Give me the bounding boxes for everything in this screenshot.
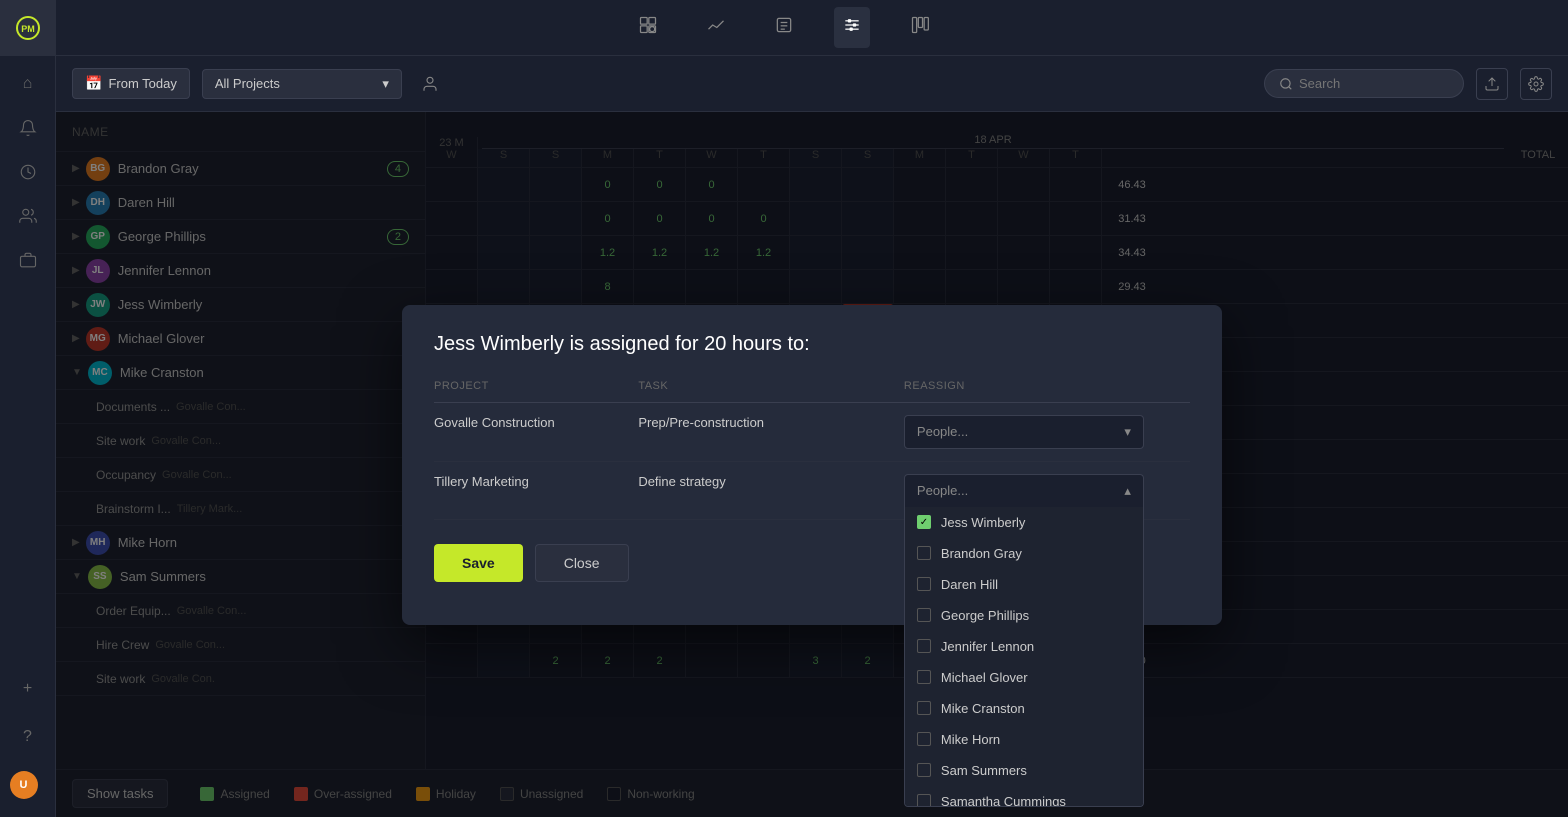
modal-table: PROJECT TASK REASSIGN Govalle Constructi… <box>434 380 1190 520</box>
checkbox-brandon-gray[interactable] <box>917 546 931 560</box>
dropdown-item-brandon-gray[interactable]: Brandon Gray <box>905 538 1143 569</box>
dropdown-item-michael-glover[interactable]: Michael Glover <box>905 662 1143 693</box>
nav-resource-icon[interactable] <box>834 7 870 48</box>
toolbar-right <box>1264 68 1552 100</box>
top-nav: PM <box>0 0 1568 56</box>
modal-row-2: Tillery Marketing Define strategy People… <box>434 461 1190 519</box>
dropdown-list-people: ✓ Jess Wimberly Brandon Gray <box>904 507 1144 807</box>
checkbox-jennifer-lennon[interactable] <box>917 639 931 653</box>
dropdown-label-george-phillips: George Phillips <box>941 608 1029 623</box>
reassign-placeholder-2: People... <box>917 483 968 498</box>
modal-overlay[interactable]: Jess Wimberly is assigned for 20 hours t… <box>56 112 1568 817</box>
dropdown-label-jennifer-lennon: Jennifer Lennon <box>941 639 1034 654</box>
modal-title: Jess Wimberly is assigned for 20 hours t… <box>434 333 1190 356</box>
checkbox-daren-hill[interactable] <box>917 577 931 591</box>
dropdown-label-brandon-gray: Brandon Gray <box>941 546 1022 561</box>
reassign-arrow-1: ▾ <box>1124 424 1131 440</box>
dropdown-label-sam-summers: Sam Summers <box>941 763 1027 778</box>
modal-reassign: Jess Wimberly is assigned for 20 hours t… <box>402 305 1222 625</box>
dropdown-item-jennifer-lennon[interactable]: Jennifer Lennon <box>905 631 1143 662</box>
dropdown-item-george-phillips[interactable]: George Phillips <box>905 600 1143 631</box>
export-button[interactable] <box>1476 68 1508 100</box>
dropdown-item-mike-cranston[interactable]: Mike Cranston <box>905 693 1143 724</box>
sidebar-avatar[interactable]: U <box>8 765 48 805</box>
checkbox-michael-glover[interactable] <box>917 670 931 684</box>
nav-list-icon[interactable] <box>766 7 802 48</box>
dropdown-item-samantha-cummings[interactable]: Samantha Cummings <box>905 786 1143 807</box>
modal-project-2: Tillery Marketing <box>434 461 638 519</box>
sidebar-briefcase-icon[interactable] <box>8 240 48 280</box>
search-box[interactable] <box>1264 69 1464 98</box>
from-today-button[interactable]: 📅 From Today <box>72 68 190 99</box>
from-today-label: From Today <box>108 76 176 91</box>
dropdown-item-daren-hill[interactable]: Daren Hill <box>905 569 1143 600</box>
reassign-dropdown-1: People... ▾ <box>904 415 1190 449</box>
app-logo[interactable]: PM <box>0 0 56 56</box>
modal-project-1: Govalle Construction <box>434 402 638 461</box>
dropdown-item-sam-summers[interactable]: Sam Summers <box>905 755 1143 786</box>
modal-row-1: Govalle Construction Prep/Pre-constructi… <box>434 402 1190 461</box>
reassign-placeholder-1: People... <box>917 424 968 439</box>
dropdown-label-michael-glover: Michael Glover <box>941 670 1028 685</box>
checkbox-jess-wimberly[interactable]: ✓ <box>917 515 931 529</box>
nav-board-icon[interactable] <box>902 7 938 48</box>
main-layout: ⌂ + ? <box>0 56 1568 817</box>
dropdown-item-jess-wimberly[interactable]: ✓ Jess Wimberly <box>905 507 1143 538</box>
modal-task-1: Prep/Pre-construction <box>638 402 904 461</box>
sidebar-help-icon[interactable]: ? <box>8 717 48 757</box>
close-button[interactable]: Close <box>535 544 629 582</box>
modal-col-reassign: REASSIGN <box>904 380 1190 403</box>
sidebar-people-icon[interactable] <box>8 196 48 236</box>
dropdown-label-samantha-cummings: Samantha Cummings <box>941 794 1066 807</box>
reassign-select-1[interactable]: People... ▾ <box>904 415 1144 449</box>
sidebar-time-icon[interactable] <box>8 152 48 192</box>
all-projects-label: All Projects <box>215 76 280 91</box>
sidebar-alerts-icon[interactable] <box>8 108 48 148</box>
nav-search-icon[interactable] <box>630 7 666 48</box>
reassign-dropdown-2: People... ▴ ✓ Jess Wimberly <box>904 474 1190 507</box>
modal-col-task: TASK <box>638 380 904 403</box>
modal-task-2: Define strategy <box>638 461 904 519</box>
dropdown-label-mike-cranston: Mike Cranston <box>941 701 1025 716</box>
checkbox-george-phillips[interactable] <box>917 608 931 622</box>
dropdown-item-mike-horn[interactable]: Mike Horn <box>905 724 1143 755</box>
nav-icons <box>630 7 938 48</box>
checkbox-samantha-cummings[interactable] <box>917 794 931 807</box>
dropdown-arrow-icon: ▾ <box>382 76 389 92</box>
search-input[interactable] <box>1299 76 1449 91</box>
dropdown-label-mike-horn: Mike Horn <box>941 732 1000 747</box>
dropdown-label-daren-hill: Daren Hill <box>941 577 998 592</box>
checkbox-mike-horn[interactable] <box>917 732 931 746</box>
toolbar: 📅 From Today All Projects ▾ <box>56 56 1568 112</box>
sidebar: ⌂ + ? <box>0 56 56 817</box>
reassign-select-2[interactable]: People... ▴ <box>904 474 1144 507</box>
checkbox-sam-summers[interactable] <box>917 763 931 777</box>
content-area: 📅 From Today All Projects ▾ <box>56 56 1568 817</box>
checkbox-mike-cranston[interactable] <box>917 701 931 715</box>
sidebar-home-icon[interactable]: ⌂ <box>8 64 48 104</box>
settings-button[interactable] <box>1520 68 1552 100</box>
dropdown-label-jess-wimberly: Jess Wimberly <box>941 515 1026 530</box>
sidebar-bottom: + ? U <box>8 669 48 805</box>
svg-text:PM: PM <box>21 24 35 34</box>
save-button[interactable]: Save <box>434 544 523 582</box>
modal-reassign-2: People... ▴ ✓ Jess Wimberly <box>904 461 1190 519</box>
modal-reassign-1: People... ▾ <box>904 402 1190 461</box>
calendar-icon: 📅 <box>85 75 102 92</box>
sidebar-add-icon[interactable]: + <box>8 669 48 709</box>
modal-col-project: PROJECT <box>434 380 638 403</box>
reassign-arrow-2: ▴ <box>1124 483 1131 499</box>
person-filter-icon[interactable] <box>414 68 446 100</box>
nav-chart-icon[interactable] <box>698 7 734 48</box>
all-projects-dropdown[interactable]: All Projects ▾ <box>202 69 402 99</box>
grid-area: NAME ▶ BG Brandon Gray 4 ▶ DH Daren Hill <box>56 112 1568 817</box>
